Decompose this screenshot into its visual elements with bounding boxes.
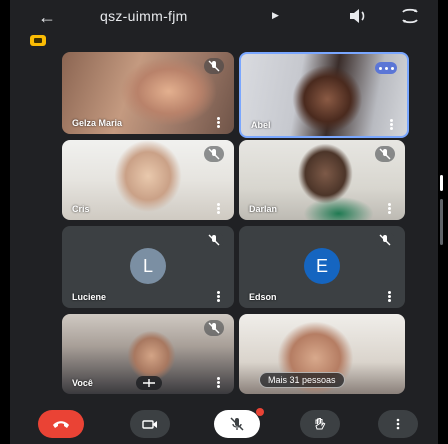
participant-tile-more[interactable]: Mais 31 pessoas [239,314,405,394]
participant-name: Gelza Maria [72,118,123,128]
participant-name: Luciene [72,292,107,302]
participant-name: Darlan [249,204,278,214]
meeting-code[interactable]: qsz-uimm-fjm [100,8,188,24]
scrollbar[interactable] [440,175,443,245]
more-vertical-icon[interactable] [217,291,220,302]
caret-right-icon[interactable]: ▶ [272,10,279,21]
end-call-button[interactable] [38,410,84,438]
recording-badge-icon [30,35,46,46]
more-options-button[interactable] [378,410,418,438]
participant-name: Você [72,378,93,388]
avatar: E [304,248,340,284]
scroll-track[interactable] [440,199,443,245]
more-vertical-icon[interactable] [217,203,220,214]
participant-tile-luciene[interactable]: L Luciene [62,226,234,308]
mic-off-icon [204,58,224,74]
more-vertical-icon[interactable] [217,377,220,388]
mic-button[interactable] [214,410,260,438]
more-vertical-icon[interactable] [390,119,393,130]
pin-icon[interactable] [136,376,162,390]
participant-tile-cris[interactable]: Cris [62,140,234,220]
mic-off-icon [204,232,224,248]
participant-tile-darlan[interactable]: Darlan [239,140,405,220]
mic-off-icon [230,417,244,431]
mic-off-icon [204,146,224,162]
avatar: L [130,248,166,284]
participant-name: Edson [249,292,277,302]
participant-tile-self[interactable]: Você [62,314,234,394]
more-vertical-icon [396,418,400,430]
camera-button[interactable] [130,410,170,438]
raise-hand-icon [315,418,326,430]
participant-tile-gelza[interactable]: Gelza Maria [62,52,234,134]
mic-off-icon [375,232,395,248]
more-vertical-icon[interactable] [388,291,391,302]
speaking-indicator-icon [375,62,397,74]
more-vertical-icon[interactable] [217,117,220,128]
camera-switch-icon[interactable] [400,8,420,24]
participant-tile-abel[interactable]: Abel [239,52,409,138]
screen-frame: ← qsz-uimm-fjm ▶ Gelza Maria Abel Cris D… [0,0,448,444]
speaker-icon[interactable] [348,8,368,24]
top-bar: ← qsz-uimm-fjm ▶ [10,0,438,34]
participant-name: Abel [251,120,271,130]
meeting-stage: ← qsz-uimm-fjm ▶ Gelza Maria Abel Cris D… [10,0,443,444]
participant-name: Cris [72,204,90,214]
more-vertical-icon[interactable] [388,203,391,214]
participant-tile-edson[interactable]: E Edson [239,226,405,308]
mic-alert-badge [256,408,264,416]
raise-hand-button[interactable] [300,410,340,438]
scroll-thumb[interactable] [440,175,443,191]
more-people-label[interactable]: Mais 31 pessoas [259,372,345,388]
mic-off-icon [204,320,224,336]
video-camera-icon [142,420,157,429]
arrow-left-icon[interactable]: ← [38,6,56,28]
phone-hangup-icon [53,421,69,428]
mic-off-icon [375,146,395,162]
